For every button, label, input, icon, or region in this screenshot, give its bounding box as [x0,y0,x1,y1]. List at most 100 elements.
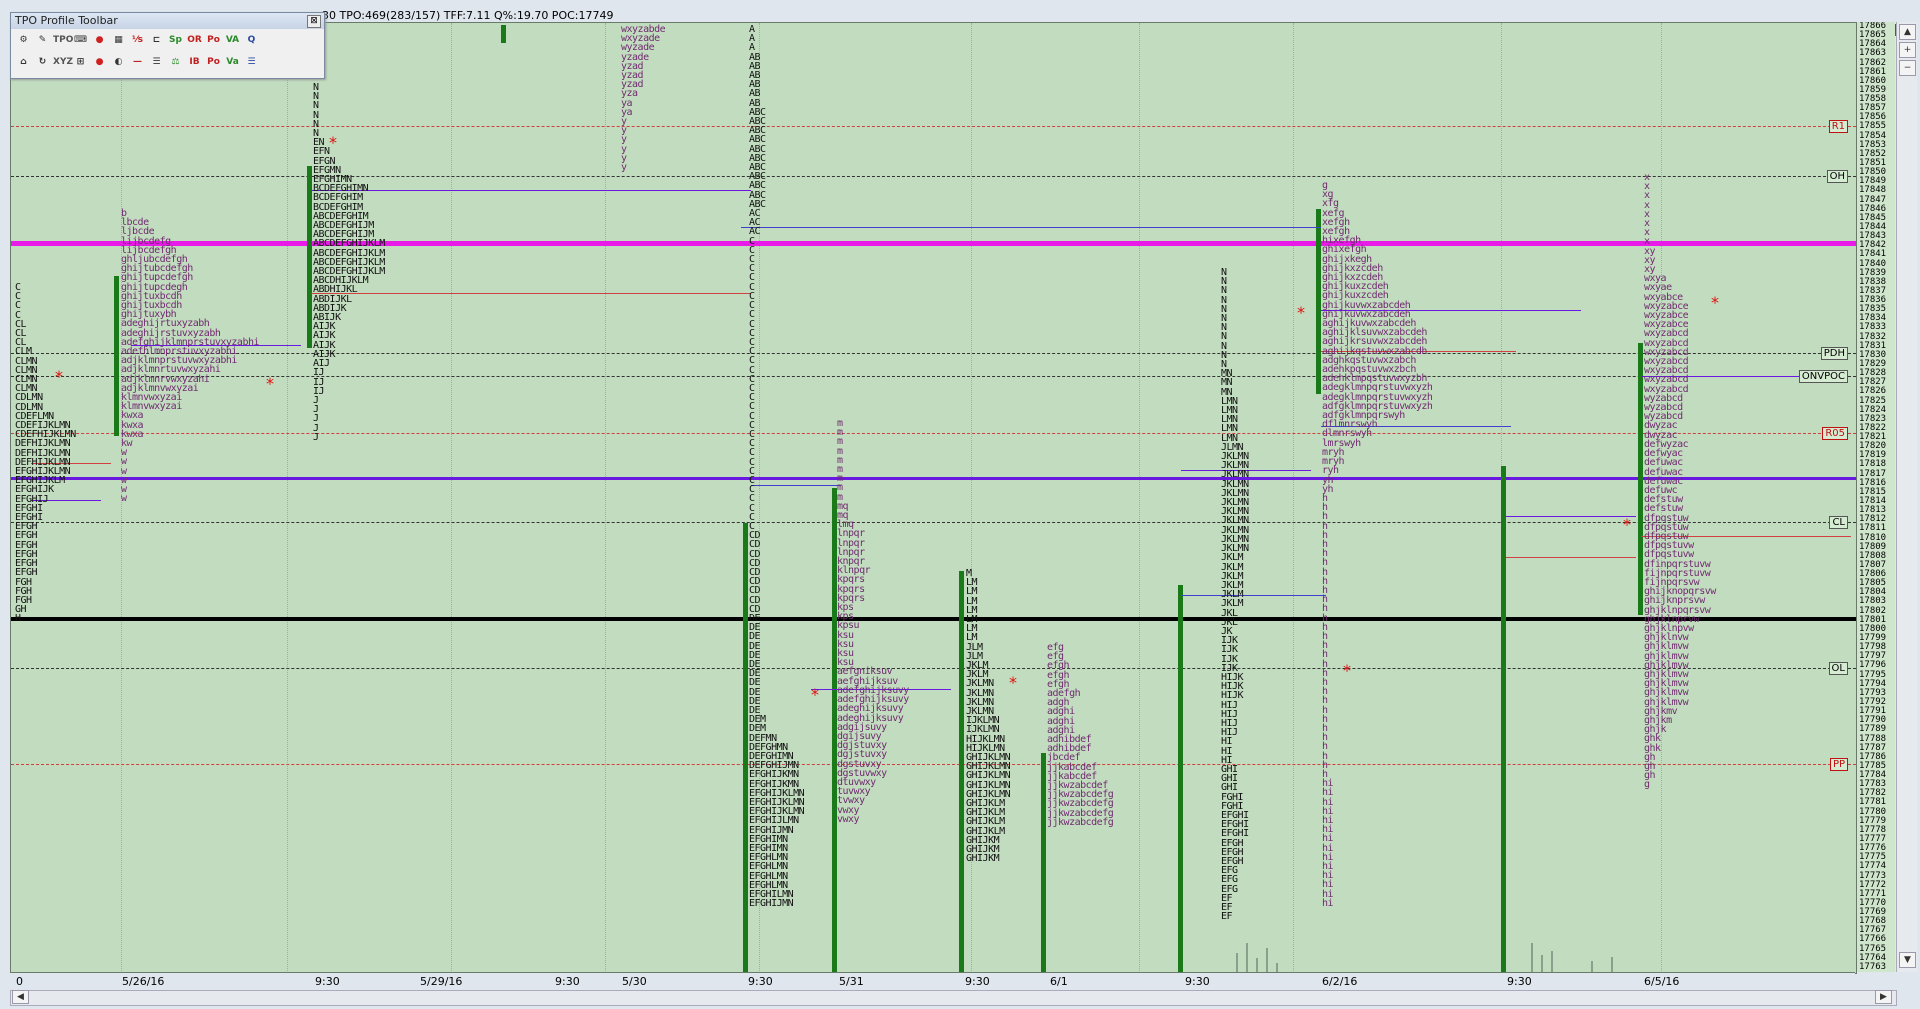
volume-bar [1611,957,1613,973]
toolbar-tool-icon[interactable]: ⊞ [72,54,89,71]
toolbar-tool-icon[interactable]: ↻ [34,54,51,71]
toolbar-tool-icon[interactable]: ☰ [148,54,165,71]
price-axis[interactable]: 17866 17865 17864 17863 17862 17861 17860 17859… [1856,22,1895,972]
time-label: 0 [16,975,23,988]
volume-bar [1266,948,1268,973]
time-label: 9:30 [1507,975,1532,988]
zoom-out-button[interactable]: − [1899,60,1916,76]
tpo-chart-area[interactable]: C C C C CL CL CL CLM CLMN CLMN CLMN CLMN… [10,22,1857,974]
poc-star-marker: * [266,374,274,393]
toolbar-tool-icon[interactable]: Po [205,54,222,71]
ol-line [11,668,1856,669]
toolbar-tool-icon[interactable]: ● [91,32,108,49]
tpo-profile: A A A AB AB AB AB AB AB ABC ABC ABC ABC … [749,24,805,910]
initial-balance-bar [307,166,312,348]
tpo-profile: N N N N N N N N N N N MN MN MN LMN LMN L… [1221,267,1249,923]
time-label: 9:30 [555,975,580,988]
onvpoc-line [11,376,1856,377]
volume-bar [1236,953,1238,973]
toolbar-tool-icon[interactable]: VA [224,32,241,49]
price-tick-label: 17841 [1859,249,1887,260]
poc-star-marker: * [55,367,63,386]
initial-balance-bar [743,523,748,973]
time-label: 6/1 [1050,975,1068,988]
level-label-onvpoc: ONVPOC [1798,370,1848,383]
toolbar-tool-icon[interactable]: OR [186,32,203,49]
toolbar-tool-icon[interactable]: ● [91,54,108,71]
toolbar-tool-icon[interactable]: TPO [53,32,73,49]
toolbar-tool-icon[interactable]: ⚙ [15,32,32,49]
time-axis: 0 5/26/16 9:30 5/29/16 9:30 5/30 9:30 5/… [10,972,1855,989]
session-separator [287,23,288,973]
poc-star-marker: * [329,133,337,152]
oh-line [11,176,1856,177]
toolbar-tool-icon[interactable]: ▦ [110,32,127,49]
toolbar-tool-icon[interactable]: Q [243,32,260,49]
scroll-down-button[interactable]: ▼ [1899,952,1916,968]
toolbar-tool-icon[interactable]: IB [186,54,203,71]
toolbar-close-button[interactable]: ⊠ [307,15,321,28]
initial-balance-bar [1501,466,1506,973]
toolbar-tool-icon[interactable]: — [129,54,146,71]
cl-line [11,522,1856,523]
r1-line [11,126,1856,127]
toolbar-tool-icon[interactable]: ⚖ [167,54,184,71]
toolbar-tool-icon[interactable]: XYZ [53,54,73,71]
scroll-up-button[interactable]: ▲ [1899,24,1916,40]
toolbar-tool-icon[interactable]: ⌂ [15,54,32,71]
session-separator [451,23,452,973]
poc-star-marker: * [1623,515,1631,534]
toolbar-tool-icon[interactable]: ⊏ [148,32,165,49]
volume-bar [1551,951,1553,973]
price-tick-label: 17789 [1859,724,1887,735]
session-separator [1139,23,1140,973]
toolbar-tool-icon[interactable]: ☰ [243,54,260,71]
toolbar-tool-icon[interactable]: Po [205,32,222,49]
tpo-profile: g xg xfg xefg xefgh xefgh hixefgh ghixef… [1322,180,1433,909]
toolbar-tool-icon[interactable]: ⌨ [72,32,89,49]
reference-arrow [1506,516,1636,517]
time-label: 5/26/16 [122,975,165,988]
horizontal-scrollbar[interactable]: ◀ ▶ [10,990,1897,1006]
reference-arrow [741,227,1321,228]
poc-star-marker: * [1009,673,1017,692]
purple-level-line [11,477,1856,480]
pp-line [11,764,1856,765]
toolbar-title[interactable]: TPO Profile Toolbar [11,13,324,29]
toolbar-tool-icon[interactable]: ✎ [34,32,51,49]
toolbar-tool-icon[interactable]: Sp [167,32,184,49]
tpo-profile: x x x x x x x x xy xy xy wxya wxyae wxya… [1644,172,1716,791]
poc-star-marker: * [1297,303,1305,322]
initial-balance-bar [501,25,506,43]
tpo-profile: N N N N N N EN EFN EFGN EFGMN EFGHIMN BC… [313,82,385,443]
toolbar-row: ⌂ ↻ XYZ ⊞ ● ◐ — ☰ ⚖ IB Po Va ☰ [15,54,260,71]
time-label: 5/29/16 [420,975,463,988]
vertical-scrollbar[interactable]: ▲ + − ▼ [1896,22,1917,972]
application-window: 30 TPO:469(283/157) TFF:7.11 Q%:19.70 PO… [0,0,1920,1009]
time-label: 9:30 [748,975,773,988]
level-label-r1: R1 [1828,120,1848,133]
tpo-profile: efg efg efgh efgh efgh adefgh adgh adghi… [1047,642,1114,828]
reference-arrow [1181,595,1326,596]
tpo-profile: C C C C CL CL CL CLM CLMN CLMN CLMN CLMN… [15,282,76,625]
profile-info-text: 30 TPO:469(283/157) TFF:7.11 Q%:19.70 PO… [322,9,614,22]
poc-star-marker: * [1711,293,1719,312]
zoom-in-button[interactable]: + [1899,42,1916,58]
toolbar-tool-icon[interactable]: Va [224,54,241,71]
time-label: 9:30 [315,975,340,988]
initial-balance-bar [1316,209,1321,394]
time-label: 6/2/16 [1322,975,1358,988]
toolbar-tool-icon[interactable]: ⅟s [129,32,146,49]
scroll-right-button[interactable]: ▶ [1875,990,1892,1004]
session-separator [1293,23,1294,973]
time-label: 5/31 [839,975,864,988]
toolbar-tool-icon[interactable]: ◐ [110,54,127,71]
black-level-line [11,617,1856,621]
scroll-left-button[interactable]: ◀ [12,990,29,1004]
tpo-profile: b lbcde ljbcde lijbcdefg lijbcdefgh ghlj… [121,208,260,505]
tpo-profile: m m m m m m m m m mq mq lmq lnpqr lnpqr … [837,418,909,825]
level-label-r05: R05 [1822,427,1848,440]
tpo-profile-toolbar[interactable]: TPO Profile Toolbar ⊠ ⚙ ✎ TPO ⌨ ● ▦ ⅟s ⊏ Sp OR Po V… [10,12,325,79]
volume-bar [1256,958,1258,973]
time-label: 6/5/16 [1644,975,1680,988]
